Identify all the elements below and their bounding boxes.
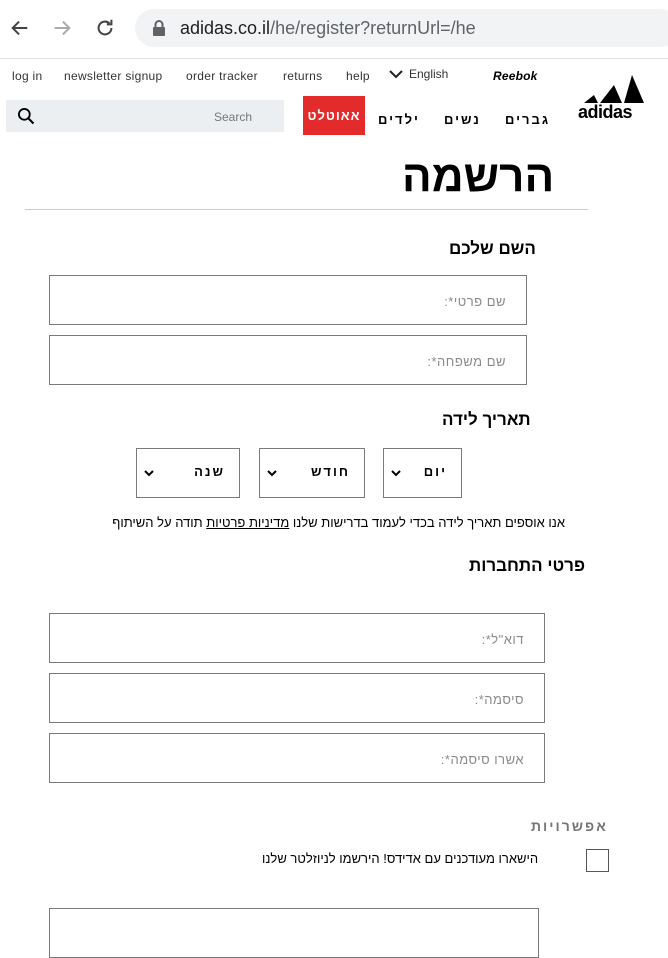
forward-button[interactable]	[47, 13, 77, 43]
reload-button[interactable]	[90, 13, 120, 43]
day-select-value: יום	[423, 464, 447, 479]
last-name-field	[49, 335, 527, 386]
search-bar	[6, 100, 284, 132]
reload-icon	[97, 19, 113, 36]
year-select[interactable]: שנה	[136, 448, 240, 498]
dob-section-heading: תאריך לידה	[442, 410, 531, 429]
language-selector[interactable]: English	[389, 67, 448, 81]
chevron-down-icon	[267, 470, 277, 477]
year-select-value: שנה	[194, 464, 225, 479]
address-bar[interactable]: adidas.co.il/he/register?returnUrl=/he	[135, 9, 668, 47]
month-select-value: חודש	[310, 464, 350, 479]
confirm-password-input[interactable]	[126, 734, 526, 784]
help-link[interactable]: help	[346, 69, 370, 83]
first-name-field	[49, 275, 527, 326]
utility-bar: log in newsletter signup order tracker r…	[0, 62, 668, 90]
returns-link[interactable]: returns	[283, 69, 322, 83]
lock-icon	[153, 20, 165, 36]
options-section-heading: אפשרויות	[531, 818, 608, 834]
logo-wordmark: adidas	[578, 102, 633, 122]
chevron-down-icon	[144, 470, 154, 477]
last-name-input[interactable]	[123, 336, 508, 386]
search-input[interactable]	[50, 106, 254, 128]
forward-arrow-icon	[54, 20, 71, 36]
day-select[interactable]: יום	[383, 448, 462, 498]
back-arrow-icon	[11, 20, 28, 36]
chevron-down-icon	[391, 470, 401, 477]
chevron-down-icon	[389, 70, 403, 79]
month-select[interactable]: חודש	[259, 448, 365, 498]
language-label: English	[409, 67, 449, 81]
newsletter-checkbox-label[interactable]: הישארו מעודכנים עם אדידס! הירשמו לניוזלט…	[262, 851, 538, 866]
dob-note: אנו אוספים תאריך לידה בכדי לעמוד בדרישות…	[45, 515, 565, 530]
next-field[interactable]	[49, 908, 539, 958]
login-link[interactable]: log in	[12, 69, 43, 83]
nav-item-men[interactable]: גברים	[505, 112, 550, 127]
password-input[interactable]	[126, 674, 526, 724]
newsletter-signup-link[interactable]: newsletter signup	[64, 69, 163, 83]
page-title: הרשמה	[402, 152, 555, 201]
nav-item-kids[interactable]: ילדים	[378, 112, 420, 127]
email-input[interactable]	[126, 614, 526, 664]
search-icon[interactable]	[16, 106, 36, 126]
dob-note-text-end: תודה על השיתוף	[112, 515, 207, 530]
email-field	[49, 613, 545, 664]
url-text: adidas.co.il/he/register?returnUrl=/he	[180, 18, 476, 38]
adidas-logo-icon[interactable]	[578, 73, 650, 103]
privacy-policy-link[interactable]: מדיניות פרטיות	[206, 515, 289, 530]
name-section-heading: השם שלכם	[449, 239, 536, 258]
login-section-heading: פרטי התחברות	[469, 556, 586, 575]
back-button[interactable]	[5, 13, 35, 43]
outlet-nav-item[interactable]: אאוטלט	[303, 96, 365, 135]
order-tracker-link[interactable]: order tracker	[186, 69, 258, 83]
title-divider	[25, 209, 588, 210]
first-name-input[interactable]	[123, 276, 508, 326]
browser-toolbar: adidas.co.il/he/register?returnUrl=/he	[0, 0, 668, 59]
dob-note-text: אנו אוספים תאריך לידה בכדי לעמוד בדרישות…	[289, 515, 565, 530]
nav-item-women[interactable]: נשים	[444, 112, 481, 127]
newsletter-checkbox[interactable]	[586, 849, 609, 872]
password-field	[49, 673, 545, 724]
confirm-password-field	[49, 733, 545, 784]
reebok-link[interactable]: Reebok	[493, 69, 538, 83]
